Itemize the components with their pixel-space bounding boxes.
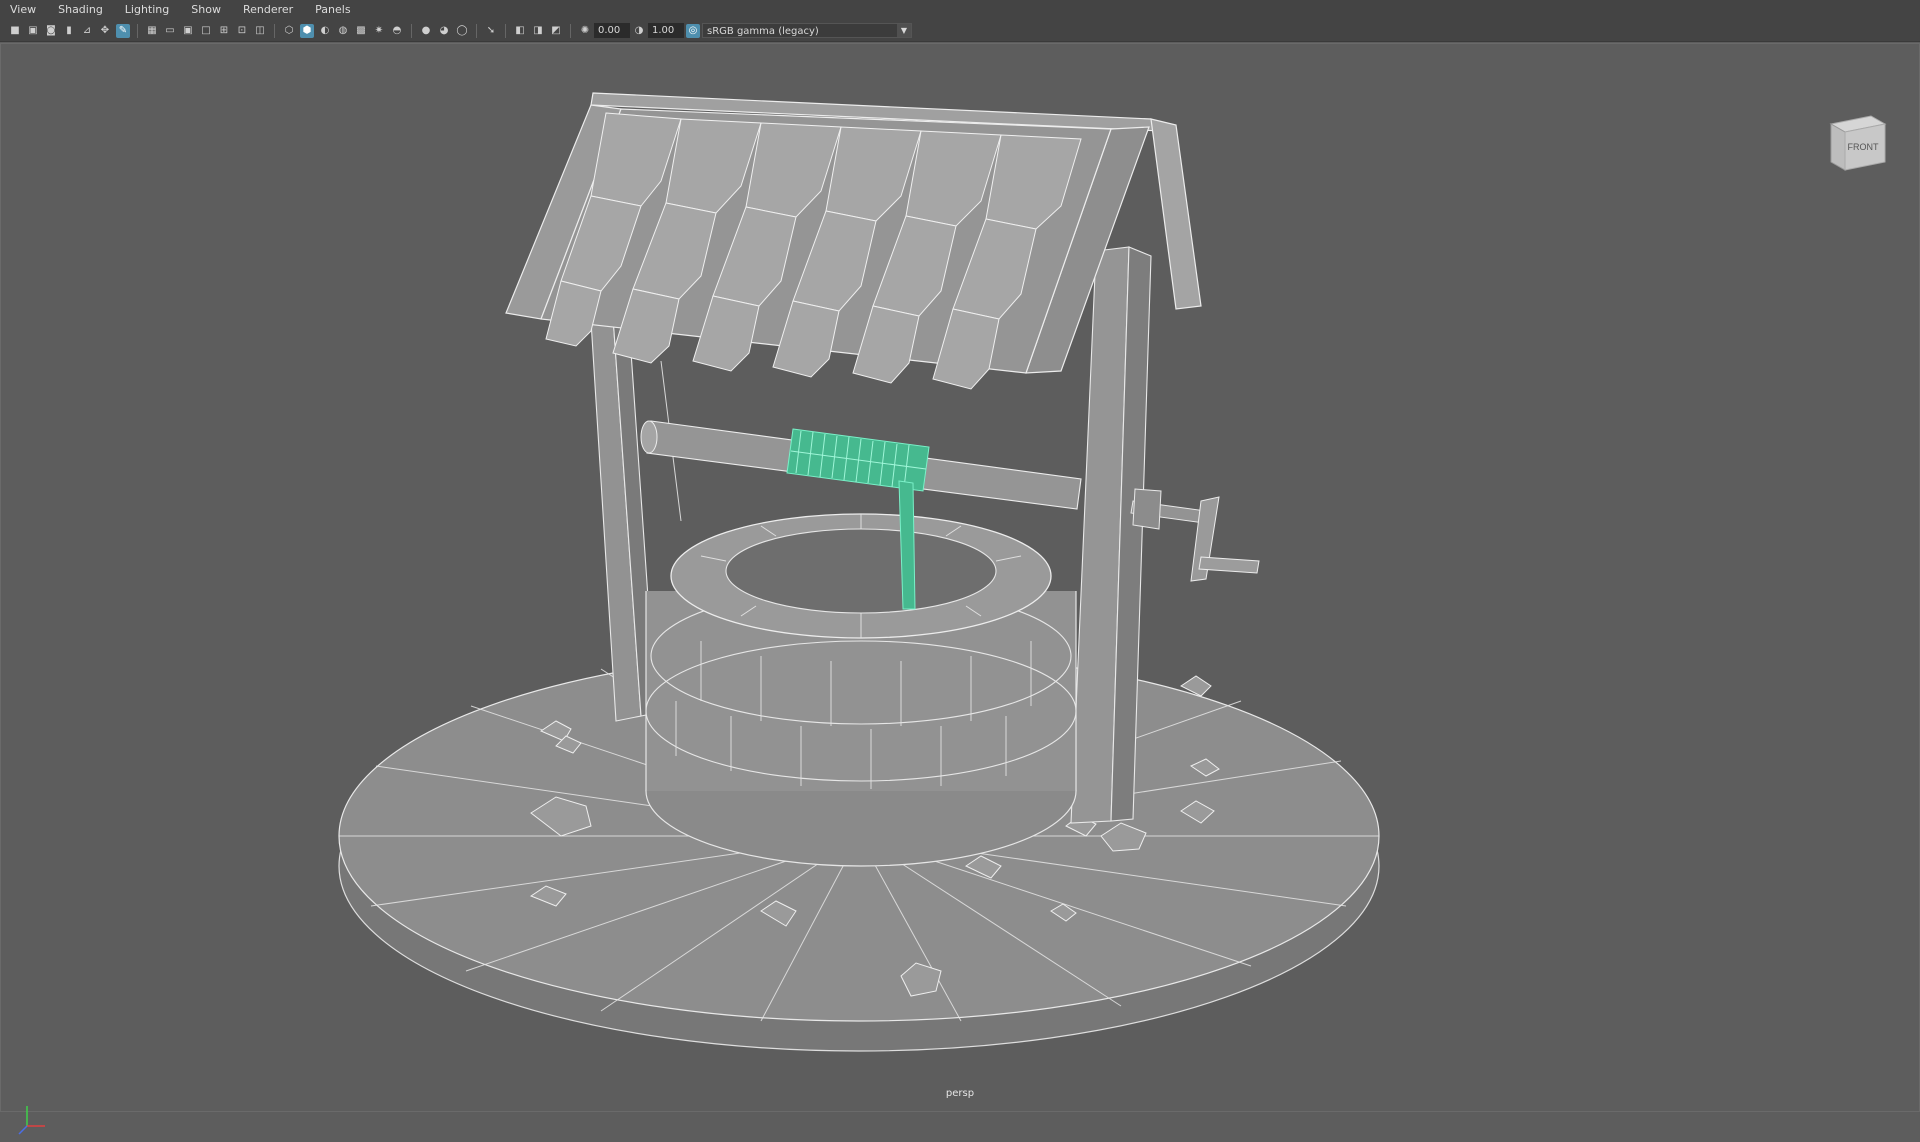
gamma-icon[interactable]: ◑: [632, 24, 646, 38]
field-chart-icon[interactable]: ⊞: [217, 24, 231, 38]
smooth-shade-icon[interactable]: ◐: [318, 24, 332, 38]
xray-icon[interactable]: ◧: [513, 24, 527, 38]
viewcube-face-label: FRONT: [1848, 142, 1879, 152]
menu-view[interactable]: View: [0, 0, 48, 20]
gate-mask-icon[interactable]: □: [199, 24, 213, 38]
axis-gizmo: [15, 1102, 55, 1142]
safe-action-icon[interactable]: ⊡: [235, 24, 249, 38]
use-all-lights-icon[interactable]: ✷: [372, 24, 386, 38]
menu-renderer[interactable]: Renderer: [233, 0, 305, 20]
wireframe-icon[interactable]: ⬡: [282, 24, 296, 38]
toolbar-separator: [411, 23, 412, 38]
toolbar-separator: [274, 23, 275, 38]
backface-culling-icon[interactable]: ◩: [549, 24, 563, 38]
grid-icon[interactable]: ▦: [145, 24, 159, 38]
menu-show[interactable]: Show: [181, 0, 233, 20]
isolate-select-icon[interactable]: ➘: [484, 24, 498, 38]
3d-viewport[interactable]: FRONT: [0, 43, 1920, 1135]
camera-name-label: persp: [945, 1088, 975, 1099]
camera-bookmark-icon[interactable]: ◙: [44, 24, 58, 38]
crank-handle[interactable]: [1190, 496, 1260, 582]
color-space-dropdown[interactable]: sRGB gamma (legacy) ▼: [702, 23, 912, 38]
camera-attributes-icon[interactable]: ▣: [26, 24, 40, 38]
film-gate-icon[interactable]: ▭: [163, 24, 177, 38]
panel-toolbar: ■ ▣ ◙ ▮ ⊿ ✥ ✎ ▦ ▭ ▣ □ ⊞ ⊡ ◫ ⬡ ⬢ ◐ ◍ ▩ ✷ …: [0, 20, 1920, 42]
two-d-pan-zoom-icon[interactable]: ✥: [98, 24, 112, 38]
xray-joints-icon[interactable]: ◨: [531, 24, 545, 38]
menu-shading[interactable]: Shading: [48, 0, 115, 20]
view-cube[interactable]: FRONT: [1827, 112, 1891, 178]
motion-blur-icon[interactable]: ◕: [437, 24, 451, 38]
toolbar-separator: [505, 23, 506, 38]
menu-lighting[interactable]: Lighting: [115, 0, 181, 20]
anti-alias-icon[interactable]: ◯: [455, 24, 469, 38]
chevron-down-icon: ▼: [897, 24, 911, 37]
shadows-icon[interactable]: ◓: [390, 24, 404, 38]
z-axis-line: [18, 1125, 28, 1135]
gamma-field[interactable]: 1.00: [648, 23, 684, 38]
bookmark-icon[interactable]: ▮: [62, 24, 76, 38]
scene-canvas[interactable]: [1, 44, 1919, 1111]
textured-icon[interactable]: ▩: [354, 24, 368, 38]
wireframe-on-shaded-icon[interactable]: ⬢: [300, 23, 314, 38]
toolbar-separator: [570, 23, 571, 38]
color-space-value: sRGB gamma (legacy): [707, 26, 819, 37]
default-material-icon[interactable]: ◍: [336, 24, 350, 38]
well-stone-wall[interactable]: [645, 513, 1077, 867]
safe-title-icon[interactable]: ◫: [253, 24, 267, 38]
color-management-icon[interactable]: ◎: [686, 23, 700, 38]
resolution-gate-icon[interactable]: ▣: [181, 24, 195, 38]
exposure-icon[interactable]: ✺: [578, 24, 592, 38]
exposure-field[interactable]: 0.00: [594, 23, 630, 38]
screen-ambient-occlusion-icon[interactable]: ●: [419, 24, 433, 38]
panel-menubar: View Shading Lighting Show Renderer Pane…: [0, 0, 1920, 20]
toolbar-separator: [476, 23, 477, 38]
toolbar-separator: [137, 23, 138, 38]
camera-select-icon[interactable]: ■: [8, 24, 22, 38]
image-plane-icon[interactable]: ⊿: [80, 24, 94, 38]
grease-pencil-icon[interactable]: ✎: [116, 23, 130, 38]
menu-panels[interactable]: Panels: [305, 0, 362, 20]
